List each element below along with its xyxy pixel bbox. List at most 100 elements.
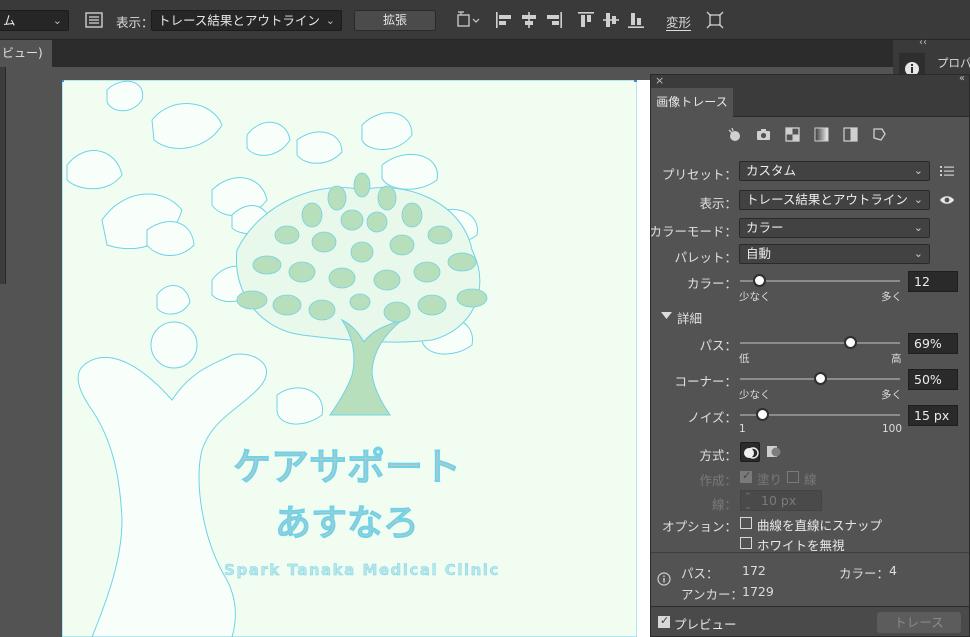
disclosure-triangle-icon[interactable] [661, 312, 672, 320]
info-anchors-value: 1729 [742, 584, 774, 599]
paths-max-label: 高 [891, 353, 902, 365]
isolate-selection-icon[interactable] [705, 10, 725, 30]
colors-max-label: 多く [881, 291, 902, 303]
trace-button[interactable]: トレース [877, 612, 961, 633]
close-icon[interactable]: × [655, 74, 664, 87]
style-dropdown[interactable]: ム ⌄ [0, 10, 69, 31]
color-mode-value: カラー [746, 220, 784, 235]
abutting-icon [744, 447, 759, 459]
corners-label: コーナー： [674, 374, 737, 389]
auto-color-icon[interactable] [726, 126, 743, 143]
tab-image-trace[interactable]: 画像トレース [651, 88, 733, 117]
info-paths-label: パス： [681, 566, 719, 581]
view-label: 表示： [116, 15, 154, 30]
paths-slider-track[interactable] [740, 342, 900, 344]
low-fidelity-photo-icon[interactable] [784, 126, 801, 143]
paths-min-label: 低 [739, 353, 750, 365]
align-bottom-icon[interactable] [626, 10, 646, 30]
transform-link[interactable]: 変形 [666, 12, 691, 31]
eye-icon[interactable] [939, 194, 955, 206]
view-dropdown[interactable]: トレース結果とアウトライン ⌄ [151, 10, 342, 31]
chevron-down-icon: ⌄ [52, 14, 62, 27]
info-anchors-label: アンカー： [681, 587, 744, 602]
corners-slider-knob[interactable] [814, 372, 827, 385]
dock-collapse-icon[interactable]: ‹‹ [919, 37, 927, 48]
align-vertical-center-icon[interactable] [601, 10, 621, 30]
chevron-down-icon: ⌄ [913, 164, 923, 177]
paths-value-field[interactable]: 69% [908, 333, 958, 354]
preset-label: プリセット： [661, 167, 737, 182]
color-mode-dropdown[interactable]: カラー ⌄ [739, 218, 930, 238]
brand-name-line2: あすなろ [275, 503, 419, 544]
corners-value-field[interactable]: 50% [908, 369, 958, 390]
selection-handle[interactable] [634, 80, 637, 82]
view-dropdown-value: トレース結果とアウトライン [158, 13, 320, 28]
colors-value-field[interactable]: 12 [908, 271, 958, 292]
preset-value: カスタム [746, 163, 797, 178]
corners-min-label: 少なく [739, 389, 771, 401]
overlapping-icon [767, 446, 781, 457]
control-bar: ム ⌄ 表示： トレース結果とアウトライン ⌄ 拡張 変形 [0, 0, 970, 40]
snap-curves-checkbox[interactable] [740, 517, 752, 529]
trace-panel-toggle-icon[interactable] [84, 10, 104, 30]
align-left-icon[interactable] [494, 10, 514, 30]
stroke-value: 10 px [761, 493, 797, 508]
align-right-icon[interactable] [544, 10, 564, 30]
palette-dropdown[interactable]: 自動 ⌄ [739, 244, 930, 264]
stroke-label: 線： [711, 497, 737, 512]
panel-tab-row: 画像トレース [651, 88, 969, 117]
color-mode-label: カラーモード： [649, 224, 737, 239]
brand-name-line1: ケアサポート [233, 445, 461, 489]
create-fill-label: 塗り [757, 472, 783, 487]
ignore-white-checkbox[interactable] [740, 537, 752, 549]
method-label: 方式： [699, 448, 737, 463]
info-colors-label: カラー： [839, 566, 890, 581]
collapse-icon[interactable]: ‹‹ [959, 73, 965, 84]
preview-checkbox[interactable] [658, 614, 670, 628]
paths-slider-knob[interactable] [844, 336, 858, 349]
paths-label: パス： [699, 338, 737, 353]
chevron-down-icon: ⌄ [913, 193, 923, 206]
document-tab[interactable]: ビュー) [0, 40, 52, 67]
traced-artwork[interactable]: ケアサポート あすなろ Spark Tanaka Medical Clinic [62, 80, 637, 637]
expand-button[interactable]: 拡張 [354, 10, 436, 31]
noise-value-field[interactable]: 15 px [908, 405, 958, 426]
advanced-label[interactable]: 詳細 [677, 308, 702, 327]
colors-label: カラー： [686, 276, 737, 291]
style-dropdown-value: ム [3, 13, 16, 28]
align-top-icon[interactable] [576, 10, 596, 30]
black-and-white-icon[interactable] [842, 126, 859, 143]
preset-menu-icon[interactable] [940, 165, 954, 177]
chevron-down-icon: ⌄ [913, 221, 923, 234]
transform-reference-icon[interactable] [455, 10, 481, 30]
overlapping-method-button[interactable] [764, 442, 784, 462]
colors-slider-knob[interactable] [753, 274, 767, 287]
palette-value: 自動 [746, 246, 772, 261]
noise-label: ノイズ： [687, 410, 737, 425]
stroke-stepper[interactable]: ⌃ ⌄ 10 px [740, 490, 822, 512]
chevron-down-icon: ⌄ [325, 14, 335, 27]
selection-handle[interactable] [62, 80, 64, 82]
noise-slider-knob[interactable] [756, 408, 770, 421]
abutting-method-button[interactable] [740, 442, 760, 462]
properties-dock-label[interactable]: プロパ [937, 55, 970, 71]
noise-max-label: 100 [882, 423, 903, 435]
document-tab-strip: ビュー) [0, 40, 893, 67]
create-fill-checkbox[interactable] [740, 469, 752, 483]
info-icon [657, 572, 671, 586]
snap-curves-label: 曲線を直線にスナップ [757, 518, 883, 533]
high-fidelity-photo-icon[interactable] [755, 126, 772, 143]
view-row-dropdown[interactable]: トレース結果とアウトライン ⌄ [739, 190, 930, 210]
grayscale-icon[interactable] [813, 126, 830, 143]
preset-icon-row [651, 118, 969, 152]
create-label: 作成： [699, 473, 737, 488]
outline-icon[interactable] [871, 126, 888, 143]
corners-max-label: 多く [881, 389, 902, 401]
palette-label: パレット： [674, 250, 737, 265]
align-horizontal-center-icon[interactable] [519, 10, 539, 30]
panel-footer: プレビュー トレース [651, 606, 969, 636]
preset-dropdown[interactable]: カスタム ⌄ [739, 161, 930, 181]
image-trace-panel: × ‹‹ 画像トレース プリセット： カスタム ⌄ 表示： トレース結果とアウト… [649, 73, 970, 637]
create-stroke-checkbox[interactable] [787, 471, 799, 483]
divider [651, 552, 969, 553]
